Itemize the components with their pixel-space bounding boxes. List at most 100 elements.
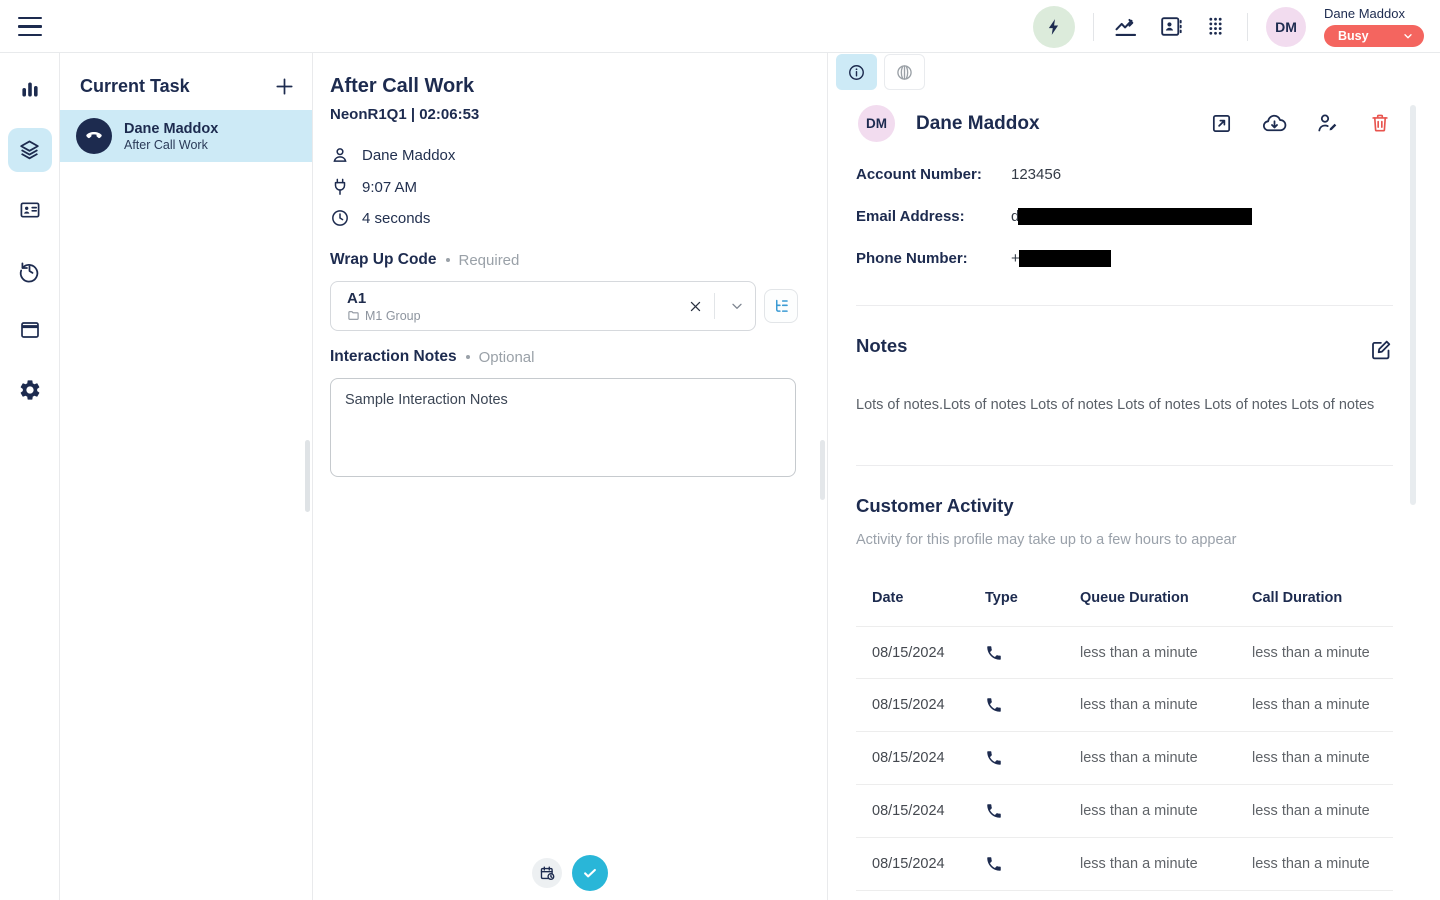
email-address-label: Email Address: xyxy=(856,208,1011,225)
nav-contacts-button[interactable] xyxy=(8,188,52,232)
cloud-download-icon xyxy=(1262,111,1287,136)
after-call-work-panel: After Call Work NeonR1Q1 | 02:06:53 Dane… xyxy=(313,53,828,900)
activity-call-duration: less than a minute xyxy=(1252,803,1393,819)
activity-type xyxy=(985,802,1080,820)
phone-icon xyxy=(985,696,1080,714)
trash-icon xyxy=(1369,112,1391,134)
task-contact-name: Dane Maddox xyxy=(124,120,218,138)
app-window: DM Dane Maddox Busy xyxy=(0,0,1440,900)
section-divider xyxy=(856,305,1393,306)
activity-queue-duration: less than a minute xyxy=(1080,697,1252,713)
open-profile-button[interactable] xyxy=(1209,111,1233,135)
current-task-title: Current Task xyxy=(80,76,190,97)
hamburger-menu-button[interactable] xyxy=(18,17,42,36)
user-avatar[interactable]: DM xyxy=(1266,7,1306,47)
contact-book-icon xyxy=(1158,14,1183,39)
phone-number-label: Phone Number: xyxy=(856,250,1011,267)
dialpad-button[interactable] xyxy=(1202,13,1229,40)
activity-table-body: 08/15/2024 less than a minute less than … xyxy=(856,626,1393,891)
tab-contact-info[interactable] xyxy=(836,54,877,90)
topbar-divider xyxy=(1093,13,1094,41)
contact-card-icon xyxy=(18,198,42,222)
nav-history-button[interactable] xyxy=(8,248,52,292)
layers-icon xyxy=(17,138,42,163)
contact-meta-row: Dane Maddox xyxy=(330,145,455,165)
panel-title: After Call Work xyxy=(330,75,474,98)
nav-dashboard-button[interactable] xyxy=(8,68,52,112)
redaction-bar xyxy=(1019,250,1111,267)
activity-table-row[interactable]: 08/15/2024 less than a minute less than … xyxy=(856,732,1393,785)
wrap-up-code-label-row: Wrap Up Code Required xyxy=(330,251,519,269)
reports-button[interactable] xyxy=(1112,13,1139,40)
task-panel-scrollbar[interactable] xyxy=(305,440,310,512)
nav-browser-button[interactable] xyxy=(8,308,52,352)
browse-code-tree-button[interactable] xyxy=(764,289,798,323)
gear-icon xyxy=(18,378,42,402)
info-icon xyxy=(847,63,866,82)
quick-actions-button[interactable] xyxy=(1033,6,1075,48)
status-label: Busy xyxy=(1338,29,1369,43)
current-task-item[interactable]: Dane Maddox After Call Work xyxy=(60,110,312,162)
nav-settings-button[interactable] xyxy=(8,368,52,412)
handset-icon xyxy=(84,126,104,146)
activity-call-duration: less than a minute xyxy=(1252,697,1393,713)
activity-table-row[interactable]: 08/15/2024 less than a minute less than … xyxy=(856,785,1393,838)
activity-table-row[interactable]: 08/15/2024 less than a minute less than … xyxy=(856,838,1393,891)
check-icon xyxy=(581,864,599,882)
delete-contact-button[interactable] xyxy=(1368,111,1392,135)
email-value-redacted: d xyxy=(1011,208,1252,225)
contact-detail-panel: DM Dane Maddox xyxy=(828,53,1440,900)
phone-icon xyxy=(985,644,1080,662)
add-task-button[interactable] xyxy=(273,75,296,98)
interaction-notes-label-row: Interaction Notes Optional xyxy=(330,348,534,366)
history-icon xyxy=(17,258,42,283)
top-bar: DM Dane Maddox Busy xyxy=(0,0,1440,53)
activity-table-row[interactable]: 08/15/2024 less than a minute less than … xyxy=(856,679,1393,732)
complete-task-button[interactable] xyxy=(572,855,608,891)
open-dropdown-button[interactable] xyxy=(719,291,755,321)
topbar-divider xyxy=(1247,13,1248,41)
required-label: Required xyxy=(459,252,520,269)
contacts-button[interactable] xyxy=(1157,13,1184,40)
wrap-up-group-label: M1 Group xyxy=(365,309,421,323)
wrap-up-selected: A1 M1 Group xyxy=(331,289,680,323)
schedule-button[interactable] xyxy=(532,858,562,888)
interaction-reference: NeonR1Q1 | 02:06:53 xyxy=(330,106,479,123)
main-panel-scrollbar[interactable] xyxy=(820,440,825,500)
task-avatar xyxy=(76,118,112,154)
interaction-notes-input[interactable]: Sample Interaction Notes xyxy=(330,378,796,477)
edit-contact-button[interactable] xyxy=(1315,111,1339,135)
folder-icon xyxy=(347,309,360,322)
notes-section-title: Notes xyxy=(856,335,907,357)
phone-icon xyxy=(985,802,1080,820)
nav-queue-button[interactable] xyxy=(8,128,52,172)
edit-notes-button[interactable] xyxy=(1369,338,1393,362)
download-contact-button[interactable] xyxy=(1262,111,1286,135)
phone-number-row: Phone Number: + xyxy=(856,250,1393,267)
activity-type xyxy=(985,749,1080,767)
person-icon xyxy=(330,145,350,165)
detail-panel-scrollbar[interactable] xyxy=(1410,105,1416,505)
activity-call-duration: less than a minute xyxy=(1252,645,1393,661)
wrap-up-code-label: Wrap Up Code xyxy=(330,251,437,269)
phone-icon xyxy=(985,749,1080,767)
activity-table-row[interactable]: 08/15/2024 less than a minute less than … xyxy=(856,626,1393,679)
user-name-label: Dane Maddox xyxy=(1324,6,1405,21)
email-address-row: Email Address: d xyxy=(856,208,1393,225)
activity-call-duration: less than a minute xyxy=(1252,750,1393,766)
lightning-icon xyxy=(1044,17,1064,37)
task-type-label: After Call Work xyxy=(124,138,218,152)
activity-date: 08/15/2024 xyxy=(872,750,985,766)
activity-queue-duration: less than a minute xyxy=(1080,803,1252,819)
redaction-bar xyxy=(1018,208,1252,225)
account-number-row: Account Number: 123456 xyxy=(856,166,1393,183)
tab-insights[interactable] xyxy=(884,54,925,90)
duration-label: 4 seconds xyxy=(362,210,430,227)
select-divider xyxy=(714,293,715,319)
activity-table-header: Date Type Queue Duration Call Duration xyxy=(856,585,1393,611)
clear-selection-button[interactable] xyxy=(680,291,710,321)
status-dropdown[interactable]: Busy xyxy=(1324,25,1424,47)
activity-queue-duration: less than a minute xyxy=(1080,750,1252,766)
wrap-up-code-select[interactable]: A1 M1 Group xyxy=(330,281,756,331)
activity-call-duration: less than a minute xyxy=(1252,856,1393,872)
